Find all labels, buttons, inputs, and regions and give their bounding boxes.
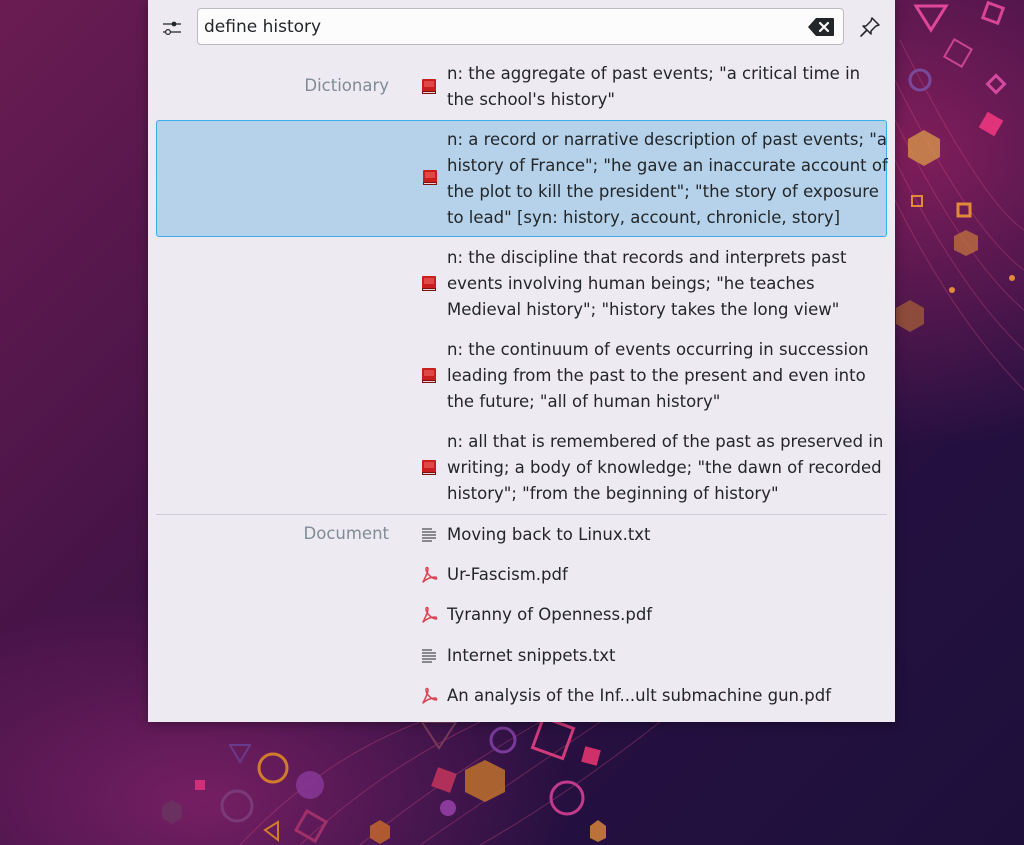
text-file-icon [420,647,438,665]
result-row[interactable]: Tyranny of Openness.pdf [156,600,887,630]
result-text: n: the aggregate of past events; "a crit… [447,64,861,109]
result-text: n: the discipline that records and inter… [447,248,847,319]
result-text: Ur-Fascism.pdf [447,565,568,584]
dictionary-book-icon [421,169,439,187]
result-row[interactable]: An analysis of the Inf...ult submachine … [156,681,887,711]
result-text: Tyranny of Openness.pdf [447,605,653,624]
result-row[interactable]: n: the aggregate of past events; "a crit… [156,60,887,114]
result-row[interactable]: Internet snippets.txt [156,641,887,671]
krunner-panel: Dictionary n: the aggregate of past even… [148,0,895,722]
results-list: Dictionary n: the aggregate of past even… [148,0,895,722]
dictionary-book-icon [420,459,438,477]
result-row[interactable]: Moving back to Linux.txt [156,520,887,550]
result-text: n: all that is remembered of the past as… [447,432,884,503]
result-text: n: a record or narrative description of … [447,130,888,227]
result-row[interactable]: Ur-Fascism.pdf [156,560,887,590]
result-text: Moving back to Linux.txt [447,525,651,544]
result-row-selected[interactable]: n: a record or narrative description of … [156,120,888,237]
result-text: Internet snippets.txt [447,646,616,665]
dictionary-book-icon [420,367,438,385]
dictionary-book-icon [420,78,438,96]
pdf-file-icon [420,687,438,705]
result-text: An analysis of the Inf...ult submachine … [447,686,832,705]
dictionary-book-icon [420,275,438,293]
result-text: n: the continuum of events occurring in … [447,340,869,411]
text-file-icon [420,526,438,544]
pdf-file-icon [420,606,438,624]
result-row[interactable]: n: the continuum of events occurring in … [156,336,887,416]
result-row[interactable]: n: all that is remembered of the past as… [156,428,887,508]
result-row[interactable]: n: the discipline that records and inter… [156,244,887,324]
category-separator [156,514,887,515]
pdf-file-icon [420,566,438,584]
